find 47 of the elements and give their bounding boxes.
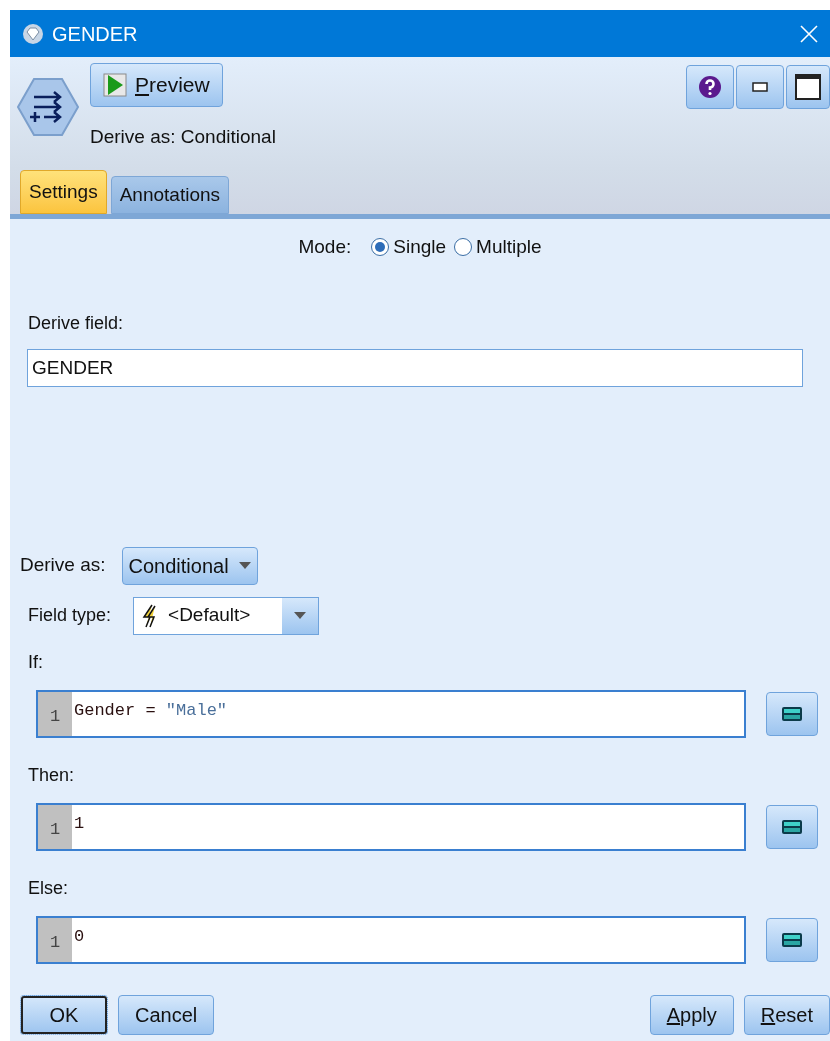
dialog-button[interactable]: Apply [649, 995, 734, 1035]
mode-radio[interactable]: Multiple [454, 233, 542, 262]
expression-editor[interactable]: 1 1 [36, 802, 746, 851]
expression-builder-button[interactable] [766, 917, 818, 962]
caret-icon [238, 562, 251, 569]
caret-icon [294, 612, 307, 619]
maximize-button[interactable] [786, 65, 830, 109]
derive-as-dropdown[interactable]: Conditional [121, 546, 258, 585]
derive-field-label: Derive field: [28, 311, 125, 335]
derive-node-icon [16, 75, 80, 139]
expression-editor[interactable]: 1 Gender = "Male" [36, 689, 746, 738]
window-title: GENDER [52, 21, 139, 47]
calculator-icon [781, 931, 803, 948]
tab[interactable]: Settings [20, 170, 107, 214]
line-number: 1 [38, 917, 72, 962]
mode-radio[interactable]: Single [371, 233, 447, 262]
field-type-label: Field type: [28, 604, 112, 627]
field-type-dropdown[interactable]: <Default> [133, 596, 320, 635]
help-button[interactable] [686, 65, 734, 109]
maximize-icon [795, 74, 821, 100]
node-subtitle: Derive as: Conditional [90, 125, 276, 149]
code-line: 1 [73, 812, 85, 835]
expression-label: Else: [28, 876, 70, 900]
line-number: 1 [38, 691, 72, 736]
play-icon [103, 73, 127, 97]
line-number: 1 [38, 804, 72, 849]
tab[interactable]: Annotations [110, 176, 229, 214]
dialog-button[interactable]: Reset [743, 995, 830, 1035]
mode-label: Mode: [298, 235, 352, 259]
help-icon [698, 75, 722, 99]
expression-builder-button[interactable] [766, 804, 818, 849]
close-icon[interactable] [800, 24, 818, 43]
code-line: 0 [73, 925, 85, 948]
expression-editor[interactable]: 1 0 [36, 915, 746, 964]
preview-button[interactable]: Preview [90, 63, 223, 107]
minimize-icon [752, 82, 768, 92]
derive-field-input[interactable]: GENDER [27, 348, 803, 387]
expression-label: Then: [28, 763, 76, 787]
code-line: Gender = "Male" [73, 699, 228, 722]
calculator-icon [781, 818, 803, 835]
minimize-button[interactable] [736, 65, 784, 109]
dialog-button[interactable]: OK [20, 995, 108, 1035]
derive-as-label: Derive as: [20, 553, 106, 578]
expression-label: If: [28, 650, 44, 674]
expression-builder-button[interactable] [766, 691, 818, 736]
calculator-icon [781, 705, 803, 722]
dialog-button[interactable]: Cancel [118, 995, 215, 1035]
